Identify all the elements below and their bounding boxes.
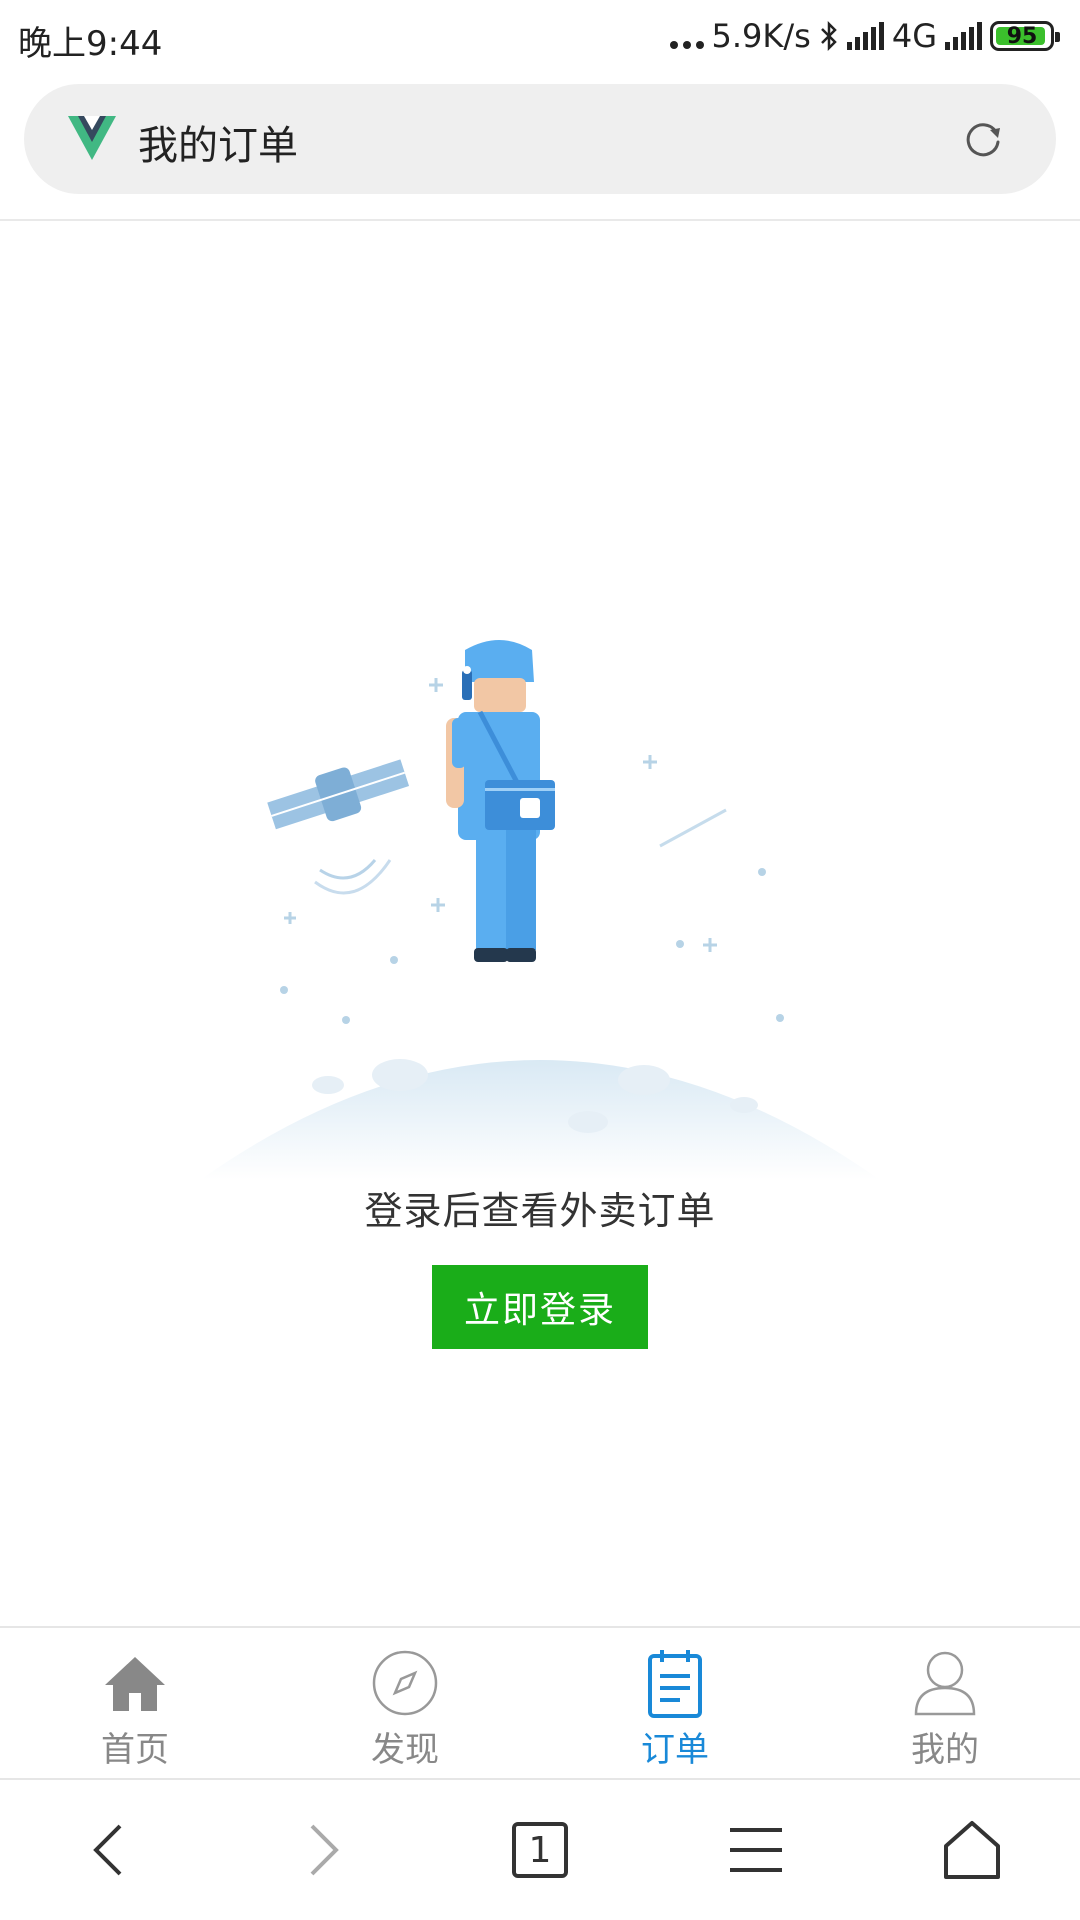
status-indicators: 5.9K/s 4G 95 [669,14,1060,58]
page-title: 我的订单 [138,123,298,169]
battery-icon: 95 [990,21,1060,51]
network-type: 4G [891,17,937,55]
home-icon [105,1657,165,1711]
tab-orders[interactable]: 订单 [540,1628,810,1778]
tab-home-label: 首页 [101,1730,169,1770]
status-bar: 晚上9:44 5.9K/s 4G 95 [0,0,1080,76]
battery-level: 95 [1006,23,1038,49]
bottom-tab-bar: 首页 发现 订单 我的 [0,1626,1080,1778]
browser-home-button[interactable] [864,1780,1080,1920]
tab-profile[interactable]: 我的 [810,1628,1080,1778]
delivery-astronaut-illustration [200,640,880,1180]
address-bar[interactable]: 我的订单 [24,84,1056,194]
browser-toolbar: 1 [0,1780,1080,1920]
order-icon [648,1650,702,1718]
menu-icon [730,1828,782,1872]
tabs-button[interactable]: 1 [432,1780,648,1920]
user-icon [914,1651,976,1716]
login-button[interactable]: 立即登录 [432,1265,648,1349]
more-dots-icon [669,19,704,53]
home-outline-icon [944,1821,1000,1879]
tab-profile-label: 我的 [911,1730,979,1770]
tabs-icon: 1 [512,1822,568,1878]
vue-logo-icon [68,116,116,160]
signal-icon [846,22,884,50]
status-time: 晚上9:44 [18,24,163,64]
forward-button[interactable] [216,1780,432,1920]
tab-home[interactable]: 首页 [0,1628,270,1778]
empty-state-message: 登录后查看外卖订单 [364,1189,716,1233]
menu-button[interactable] [648,1780,864,1920]
compass-icon [372,1650,438,1716]
signal-icon-2 [945,22,982,50]
refresh-icon[interactable] [962,118,1004,160]
forward-arrow-icon [310,1824,339,1876]
bluetooth-icon [820,20,837,52]
tab-orders-label: 订单 [641,1730,709,1770]
net-speed: 5.9K/s [711,17,811,55]
back-button[interactable] [0,1780,216,1920]
tab-discover[interactable]: 发现 [270,1628,540,1778]
tab-count: 1 [528,1829,552,1871]
tab-discover-label: 发现 [371,1730,439,1770]
header-divider [0,219,1080,221]
back-arrow-icon [93,1824,122,1876]
